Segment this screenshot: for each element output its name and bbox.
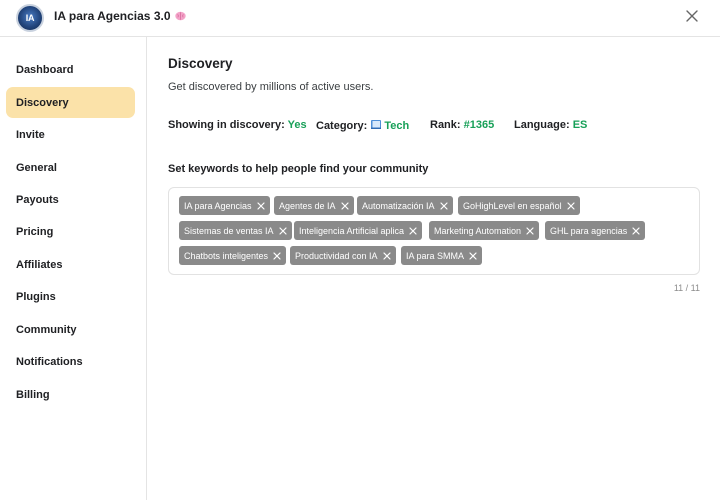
stat-rank: Rank: #1365 [430,119,494,131]
remove-tag-icon[interactable] [469,251,477,260]
close-icon [686,10,698,22]
keyword-tag: Chatbots inteligentes [179,246,287,265]
stat-category: Category: Tech [316,119,409,132]
remove-tag-icon[interactable] [256,201,265,210]
keyword-tag: Sistemas de ventas IA [179,221,292,240]
discovery-stats: Showing in discovery: Yes Category: Tech… [168,119,700,133]
remove-tag-icon[interactable] [382,251,391,260]
sidebar-item-billing[interactable]: Billing [6,379,135,410]
keyword-tag-label: GHL para agencias [550,225,628,236]
sidebar-item-pricing[interactable]: Pricing [6,216,135,247]
app-header: IA IA para Agencias 3.0 [0,0,720,37]
brain-icon [174,11,186,21]
keyword-tag: GoHighLevel en español [458,196,580,215]
stat-category-value: Tech [384,120,410,132]
sidebar-item-notifications[interactable]: Notifications [6,346,135,377]
stat-category-label: Category: [316,120,368,132]
remove-tag-icon[interactable] [278,226,287,235]
sidebar-item-discovery[interactable]: Discovery [6,87,135,118]
keyword-tag-label: IA para Agencias [184,200,252,211]
stat-showing: Showing in discovery: Yes [168,119,307,131]
keyword-tag-label: Inteligencia Artificial aplica [299,225,405,236]
keyword-tag: Automatización IA [357,196,453,215]
sidebar-item-affiliates[interactable]: Affiliates [6,249,135,280]
keyword-counter: 11 / 11 [673,283,700,293]
settings-sidebar: Dashboard Discovery Invite General Payou… [0,37,147,500]
keyword-tag: Marketing Automation [429,221,540,240]
remove-tag-icon[interactable] [632,226,640,235]
stat-rank-label: Rank: [430,119,461,131]
sidebar-item-general[interactable]: General [6,152,135,183]
remove-tag-icon[interactable] [409,226,417,235]
keyword-tag: IA para Agencias [179,196,270,215]
community-logo[interactable]: IA [16,4,44,32]
keyword-tag-label: IA para SMMA [406,250,465,261]
stat-showing-value: Yes [287,119,307,131]
stat-language: Language: ES [514,119,587,131]
keyword-tag-label: GoHighLevel en español [463,200,562,211]
stat-rank-value: #1365 [463,119,495,131]
keyword-tag-label: Chatbots inteligentes [184,250,269,261]
sidebar-item-dashboard[interactable]: Dashboard [6,54,135,85]
keyword-tag: GHL para agencias [545,221,646,240]
logo-text: IA [25,13,35,23]
keyword-tag: Productividad con IA [290,246,396,265]
keyword-tag: IA para SMMA [401,246,483,265]
remove-tag-icon[interactable] [566,201,575,210]
community-title: IA para Agencias 3.0 [54,9,186,23]
sidebar-item-plugins[interactable]: Plugins [6,281,135,312]
page-description: Get discovered by millions of active use… [168,81,374,93]
keyword-tag-label: Agentes de IA [279,200,336,211]
stat-language-value: ES [572,119,588,131]
page-title: Discovery [168,56,233,71]
remove-tag-icon[interactable] [273,251,281,260]
remove-tag-icon[interactable] [526,226,534,235]
sidebar-item-payouts[interactable]: Payouts [6,184,135,215]
book-icon [371,120,382,129]
keyword-tag-label: Sistemas de ventas IA [184,225,274,236]
keyword-tag-label: Marketing Automation [434,225,522,236]
keyword-tag-label: Productividad con IA [295,250,378,261]
sidebar-item-community[interactable]: Community [6,314,135,345]
community-title-text: IA para Agencias 3.0 [54,9,171,23]
remove-tag-icon[interactable] [439,201,448,210]
keywords-input[interactable]: IA para Agencias Agentes de IA Automatiz… [168,187,700,275]
keyword-tag-label: Automatización IA [362,200,435,211]
stat-language-label: Language: [514,119,570,131]
keyword-tag: Inteligencia Artificial aplica [294,221,423,240]
keyword-tag: Agentes de IA [274,196,354,215]
sidebar-item-invite[interactable]: Invite [6,119,135,150]
keywords-title: Set keywords to help people find your co… [168,163,429,175]
close-button[interactable] [683,7,701,25]
remove-tag-icon[interactable] [340,201,349,210]
stat-showing-label: Showing in discovery: [168,119,285,131]
